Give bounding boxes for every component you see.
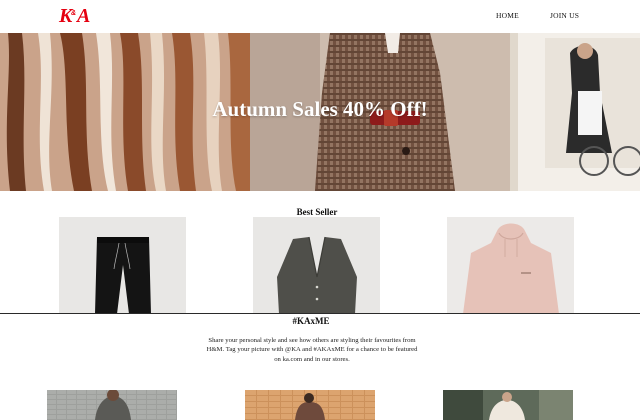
svg-text:&: & (71, 10, 76, 17)
social-photo-3[interactable] (443, 390, 573, 420)
best-seller-heading: Best Seller (296, 207, 338, 217)
social-photo-1[interactable] (47, 390, 177, 420)
social-photo-1-image (47, 390, 177, 420)
black-joggers-image (59, 217, 186, 314)
nav-join-us-link[interactable]: JOIN US (550, 11, 579, 20)
kaxme-heading: #KAxME (292, 316, 330, 326)
brand-logo-mark: K & A (58, 5, 90, 27)
grey-cardigan-image (253, 217, 380, 314)
brand-logo[interactable]: K & A (58, 2, 94, 28)
product-card-cardigan[interactable] (253, 217, 380, 314)
site-header: K & A HOME JOIN US (0, 0, 640, 33)
kaxme-description: Share your personal style and see how ot… (206, 337, 418, 363)
social-photo-2-image (245, 390, 375, 420)
section-divider (0, 313, 640, 314)
social-photo-3-image (443, 390, 573, 420)
product-card-hoodie[interactable] (447, 217, 574, 314)
svg-text:A: A (75, 5, 90, 27)
hero-banner[interactable]: Autumn Sales 40% Off! (0, 33, 640, 191)
product-card-joggers[interactable] (59, 217, 186, 314)
hero-title: Autumn Sales 40% Off! (212, 97, 428, 121)
nav-home-link[interactable]: HOME (496, 11, 519, 20)
social-photo-2[interactable] (245, 390, 375, 420)
pink-hoodie-image (447, 217, 574, 314)
